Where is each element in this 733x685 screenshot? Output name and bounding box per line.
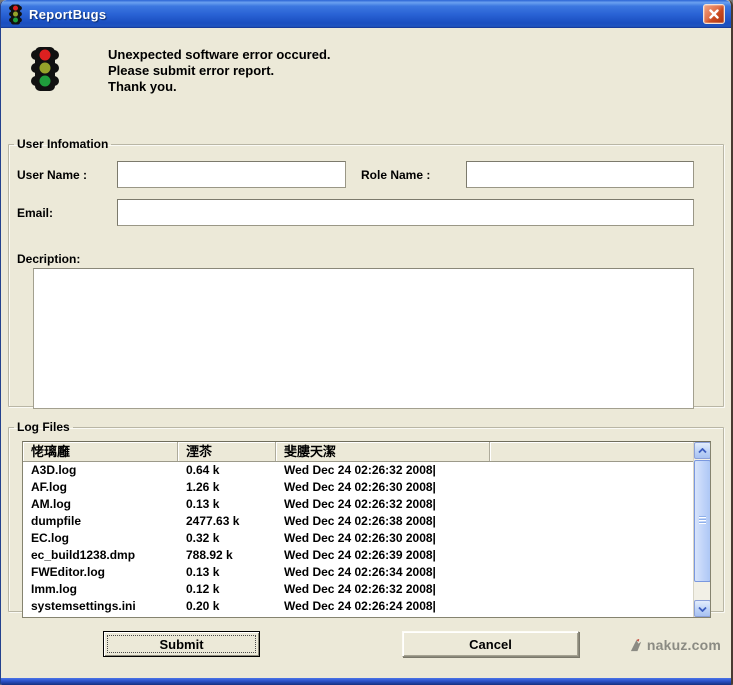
column-header-date[interactable]: 斐膢天潔 bbox=[276, 442, 490, 461]
column-header-size[interactable]: 湮苶 bbox=[178, 442, 276, 461]
log-file-date-cell: Wed Dec 24 02:26:38 2008| bbox=[276, 513, 490, 530]
log-file-name-cell: Imm.log bbox=[23, 581, 178, 598]
log-file-date-cell: Wed Dec 24 02:26:32 2008| bbox=[276, 496, 490, 513]
column-header-filename[interactable]: 恅璃廱 bbox=[23, 442, 178, 461]
log-file-name-cell: systemsettings.ini bbox=[23, 598, 178, 615]
log-file-row[interactable]: AF.log1.26 kWed Dec 24 02:26:30 2008| bbox=[23, 479, 693, 496]
log-file-row[interactable]: Imm.log0.12 kWed Dec 24 02:26:32 2008| bbox=[23, 581, 693, 598]
log-file-size-cell: 2477.63 k bbox=[178, 513, 276, 530]
watermark: nakuz.com bbox=[629, 637, 721, 653]
cancel-button[interactable]: Cancel bbox=[402, 631, 579, 657]
log-file-name-cell: AM.log bbox=[23, 496, 178, 513]
log-file-name-cell: dumpfile bbox=[23, 513, 178, 530]
vertical-scrollbar[interactable] bbox=[693, 442, 710, 617]
user-information-legend: User Infomation bbox=[14, 137, 111, 151]
log-file-name-cell: A3D.log bbox=[23, 462, 178, 479]
log-file-row[interactable]: dumpfile2477.63 kWed Dec 24 02:26:38 200… bbox=[23, 513, 693, 530]
scrollbar-grip bbox=[699, 516, 706, 525]
log-file-date-cell: Wed Dec 24 02:26:24 2008| bbox=[276, 598, 490, 615]
log-file-size-cell: 1.26 k bbox=[178, 479, 276, 496]
log-files-rows: A3D.log0.64 kWed Dec 24 02:26:32 2008|AF… bbox=[23, 462, 693, 615]
log-file-date-cell: Wed Dec 24 02:26:39 2008| bbox=[276, 547, 490, 564]
log-file-size-cell: 0.64 k bbox=[178, 462, 276, 479]
nakuz-bird-icon bbox=[629, 638, 644, 653]
log-file-name-cell: ec_build1238.dmp bbox=[23, 547, 178, 564]
user-name-label: User Name : bbox=[17, 168, 87, 182]
close-button[interactable] bbox=[703, 4, 725, 24]
title-bar[interactable]: ReportBugs bbox=[1, 0, 731, 28]
window-title: ReportBugs bbox=[29, 7, 106, 22]
user-name-input[interactable] bbox=[117, 161, 346, 188]
log-file-size-cell: 0.13 k bbox=[178, 496, 276, 513]
log-file-date-cell: Wed Dec 24 02:26:30 2008| bbox=[276, 479, 490, 496]
submit-button[interactable]: Submit bbox=[103, 631, 260, 657]
log-file-row[interactable]: EC.log0.32 kWed Dec 24 02:26:30 2008| bbox=[23, 530, 693, 547]
log-file-size-cell: 0.12 k bbox=[178, 581, 276, 598]
message-line-1: Unexpected software error occured. bbox=[108, 47, 331, 63]
log-file-size-cell: 0.13 k bbox=[178, 564, 276, 581]
email-input[interactable] bbox=[117, 199, 694, 226]
user-information-group: User Infomation User Name : Role Name : … bbox=[8, 137, 724, 407]
log-file-size-cell: 0.32 k bbox=[178, 530, 276, 547]
log-file-name-cell: EC.log bbox=[23, 530, 178, 547]
scroll-up-icon[interactable] bbox=[694, 442, 711, 459]
log-file-row[interactable]: AM.log0.13 kWed Dec 24 02:26:32 2008| bbox=[23, 496, 693, 513]
log-file-date-cell: Wed Dec 24 02:26:34 2008| bbox=[276, 564, 490, 581]
log-files-listview: 恅璃廱 湮苶 斐膢天潔 A3D.log0.64 kWed Dec 24 02:2… bbox=[22, 441, 711, 618]
log-file-date-cell: Wed Dec 24 02:26:32 2008| bbox=[276, 581, 490, 598]
description-textarea[interactable] bbox=[33, 268, 694, 409]
dialog-content: Unexpected software error occured. Pleas… bbox=[1, 28, 731, 678]
close-icon bbox=[709, 9, 719, 19]
log-file-row[interactable]: ec_build1238.dmp788.92 kWed Dec 24 02:26… bbox=[23, 547, 693, 564]
error-message: Unexpected software error occured. Pleas… bbox=[108, 44, 331, 126]
log-file-row[interactable]: systemsettings.ini0.20 kWed Dec 24 02:26… bbox=[23, 598, 693, 615]
log-file-name-cell: AF.log bbox=[23, 479, 178, 496]
log-file-size-cell: 0.20 k bbox=[178, 598, 276, 615]
window-bottom-border bbox=[1, 678, 731, 685]
role-name-label: Role Name : bbox=[361, 168, 430, 182]
scroll-down-icon[interactable] bbox=[694, 600, 711, 617]
message-line-3: Thank you. bbox=[108, 79, 331, 95]
description-label: Decription: bbox=[17, 252, 80, 266]
column-header-filler bbox=[490, 442, 710, 461]
watermark-text: nakuz.com bbox=[647, 637, 721, 653]
email-label: Email: bbox=[17, 206, 53, 220]
log-file-date-cell: Wed Dec 24 02:26:32 2008| bbox=[276, 462, 490, 479]
log-file-row[interactable]: A3D.log0.64 kWed Dec 24 02:26:32 2008| bbox=[23, 462, 693, 479]
message-row: Unexpected software error occured. Pleas… bbox=[29, 44, 724, 126]
traffic-light-icon bbox=[8, 4, 23, 25]
log-files-legend: Log Files bbox=[14, 420, 73, 434]
role-name-input[interactable] bbox=[466, 161, 694, 188]
message-line-2: Please submit error report. bbox=[108, 63, 331, 79]
log-files-group: Log Files 恅璃廱 湮苶 斐膢天潔 A3D.log0.64 kWed D… bbox=[8, 420, 724, 612]
traffic-light-icon bbox=[29, 46, 61, 126]
scrollbar-thumb[interactable] bbox=[694, 460, 711, 582]
log-file-row[interactable]: FWEditor.log0.13 kWed Dec 24 02:26:34 20… bbox=[23, 564, 693, 581]
log-file-date-cell: Wed Dec 24 02:26:30 2008| bbox=[276, 530, 490, 547]
log-file-name-cell: FWEditor.log bbox=[23, 564, 178, 581]
button-row: Submit Cancel nakuz.com bbox=[8, 629, 724, 665]
log-file-size-cell: 788.92 k bbox=[178, 547, 276, 564]
reportbugs-window: ReportBugs Unexpected bbox=[0, 0, 733, 685]
log-files-header: 恅璃廱 湮苶 斐膢天潔 bbox=[23, 442, 710, 462]
